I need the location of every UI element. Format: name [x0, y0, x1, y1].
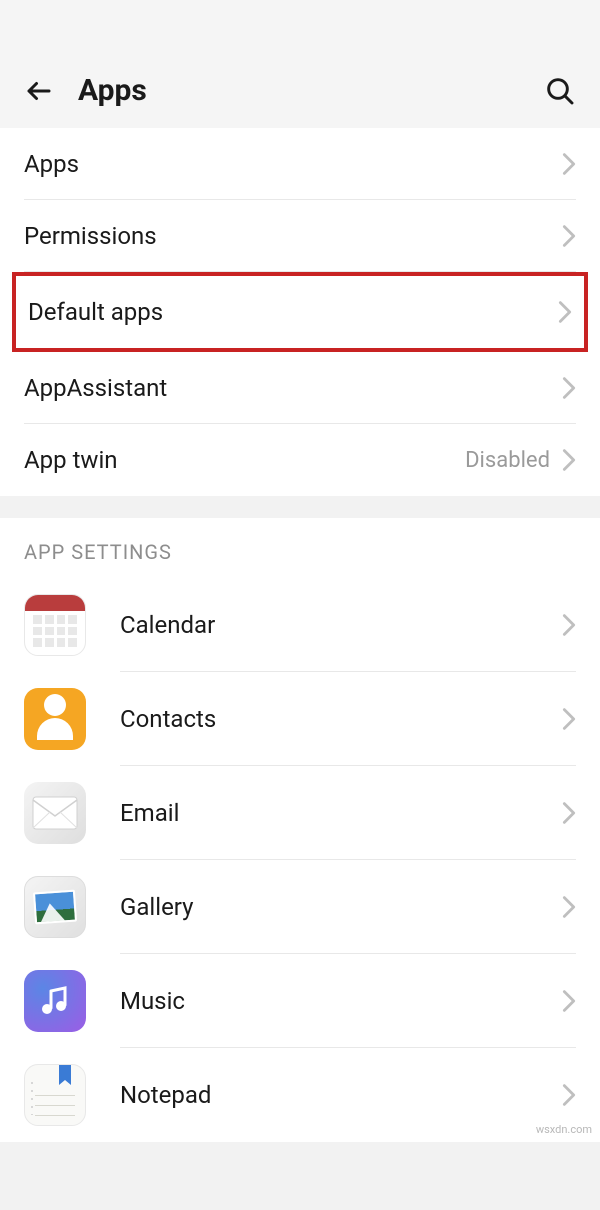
chevron-right-icon	[562, 1083, 576, 1107]
app-item-notepad[interactable]: Notepad	[0, 1048, 600, 1142]
app-item-contacts[interactable]: Contacts	[0, 672, 600, 766]
menu-label: AppAssistant	[24, 374, 167, 402]
app-settings-list: Calendar Contacts Email Gallery	[0, 578, 600, 1142]
back-icon[interactable]	[24, 76, 54, 106]
section-divider	[0, 496, 600, 518]
chevron-right-icon	[562, 376, 576, 400]
app-label: Contacts	[120, 705, 562, 733]
search-icon[interactable]	[544, 75, 576, 107]
menu-label: Permissions	[24, 222, 157, 250]
menu-value: Disabled	[465, 448, 550, 473]
menu-item-default-apps[interactable]: Default apps	[12, 272, 588, 352]
page-title: Apps	[78, 73, 147, 108]
app-item-email[interactable]: Email	[0, 766, 600, 860]
app-item-music[interactable]: Music	[0, 954, 600, 1048]
settings-list: Apps Permissions Default apps AppAssista…	[0, 128, 600, 496]
menu-item-app-assistant[interactable]: AppAssistant	[0, 352, 600, 424]
chevron-right-icon	[562, 707, 576, 731]
watermark: wsxdn.com	[536, 1123, 592, 1136]
app-label: Music	[120, 987, 562, 1015]
chevron-right-icon	[562, 448, 576, 472]
chevron-right-icon	[558, 300, 572, 324]
menu-label: Default apps	[28, 298, 163, 326]
app-label: Notepad	[120, 1081, 562, 1109]
app-item-gallery[interactable]: Gallery	[0, 860, 600, 954]
chevron-right-icon	[562, 801, 576, 825]
music-icon	[24, 970, 86, 1032]
section-header: APP SETTINGS	[0, 518, 600, 578]
menu-label: App twin	[24, 446, 118, 474]
chevron-right-icon	[562, 224, 576, 248]
menu-item-permissions[interactable]: Permissions	[0, 200, 600, 272]
app-item-calendar[interactable]: Calendar	[0, 578, 600, 672]
chevron-right-icon	[562, 152, 576, 176]
chevron-right-icon	[562, 989, 576, 1013]
app-label: Email	[120, 799, 562, 827]
app-label: Gallery	[120, 893, 562, 921]
app-label: Calendar	[120, 611, 562, 639]
menu-label: Apps	[24, 150, 79, 178]
notepad-icon	[24, 1064, 86, 1126]
contacts-icon	[24, 688, 86, 750]
chevron-right-icon	[562, 613, 576, 637]
email-icon	[24, 782, 86, 844]
chevron-right-icon	[562, 895, 576, 919]
menu-item-apps[interactable]: Apps	[0, 128, 600, 200]
menu-item-app-twin[interactable]: App twin Disabled	[0, 424, 600, 496]
app-header: Apps	[0, 0, 600, 128]
calendar-icon	[24, 594, 86, 656]
gallery-icon	[24, 876, 86, 938]
